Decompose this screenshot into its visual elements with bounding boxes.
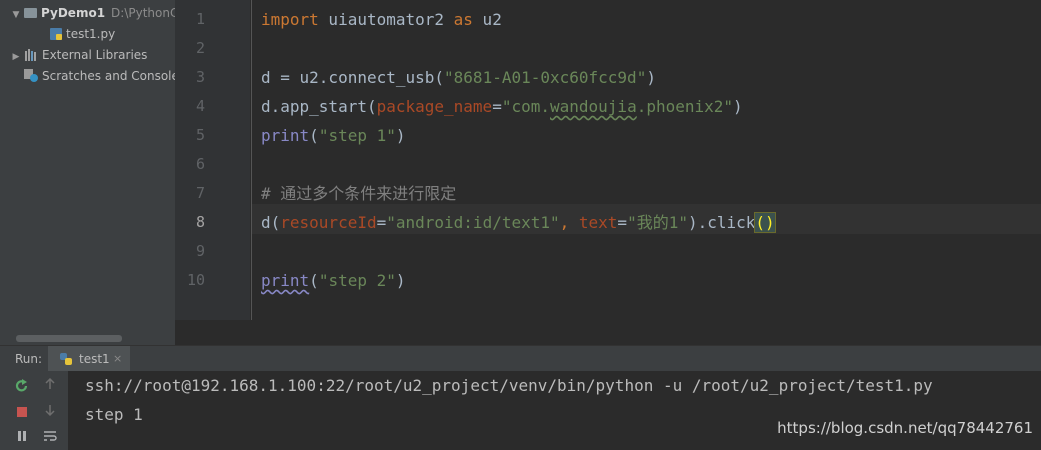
- run-tab-test1[interactable]: test1 ×: [48, 346, 130, 372]
- line-number-current: 8: [195, 213, 205, 231]
- run-toolbar: [0, 371, 68, 450]
- console-output[interactable]: ssh://root@192.168.1.100:22/root/u2_proj…: [68, 371, 1041, 450]
- project-path: D:\PythonC: [111, 6, 175, 20]
- line-number: 4: [195, 97, 205, 115]
- python-icon: [60, 353, 72, 365]
- matched-brackets: (): [754, 212, 776, 233]
- line-number: 9: [195, 242, 205, 260]
- code-line-7[interactable]: # 通过多个条件来进行限定: [261, 179, 456, 208]
- line-number: 7: [195, 184, 205, 202]
- scratches-icon: [24, 69, 38, 82]
- chevron-down-icon[interactable]: ▼: [10, 5, 22, 25]
- tree-root[interactable]: ▼ PyDemo1 D:\PythonC: [10, 3, 175, 23]
- editor-bottom-area: [175, 320, 1041, 345]
- soft-wrap-icon[interactable]: [42, 428, 58, 444]
- line-number: 6: [195, 155, 205, 173]
- code-line-3[interactable]: d = u2.connect_usb("8681-A01-0xc60fcc9d"…: [261, 63, 656, 92]
- rerun-icon[interactable]: [14, 378, 30, 394]
- chevron-right-icon[interactable]: ▶: [10, 47, 22, 67]
- code-line-5[interactable]: print("step 1"): [261, 121, 406, 150]
- up-arrow-icon[interactable]: [42, 376, 58, 392]
- close-icon[interactable]: ×: [113, 346, 122, 372]
- down-arrow-icon[interactable]: [42, 402, 58, 418]
- python-file-icon: [50, 27, 62, 40]
- line-number: 10: [186, 271, 205, 289]
- folder-icon: [24, 7, 37, 18]
- project-panel: ▼ PyDemo1 D:\PythonC test1.py ▶ External L…: [8, 0, 175, 345]
- tree-external-libraries[interactable]: ▶ External Libraries: [10, 45, 148, 67]
- line-number: 3: [195, 68, 205, 86]
- file-label: test1.py: [66, 27, 116, 41]
- scratches-label: Scratches and Consoles: [42, 69, 175, 83]
- line-number: 2: [195, 39, 205, 57]
- line-number: 1: [195, 10, 205, 28]
- code-line-8[interactable]: d(resourceId="android:id/text1", text="我…: [261, 208, 776, 237]
- library-icon: [25, 48, 36, 61]
- code-editor[interactable]: import uiautomator2 as u2 d = u2.connect…: [252, 0, 1041, 320]
- tree-scratches[interactable]: Scratches and Consoles: [22, 66, 175, 86]
- line-number-gutter: 1 2 3 4 5 6 7 8 9 10: [175, 0, 250, 320]
- code-line-1[interactable]: import uiautomator2 as u2: [261, 5, 502, 34]
- run-tab-label: test1: [79, 352, 110, 366]
- console-line: step 1: [85, 405, 143, 424]
- horizontal-scrollbar[interactable]: [16, 335, 122, 342]
- code-line-4[interactable]: d.app_start(package_name="com.wandoujia.…: [261, 92, 743, 121]
- run-toolwindow-header: Run: test1 ×: [0, 345, 1041, 372]
- console-line: ssh://root@192.168.1.100:22/root/u2_proj…: [85, 376, 933, 395]
- watermark: https://blog.csdn.net/qq78442761: [777, 419, 1033, 437]
- pause-icon[interactable]: [14, 428, 30, 444]
- line-number: 5: [195, 126, 205, 144]
- stop-icon[interactable]: [14, 404, 30, 420]
- run-label: Run:: [15, 352, 43, 366]
- project-name: PyDemo1: [41, 6, 106, 20]
- code-line-10[interactable]: print("step 2"): [261, 266, 406, 295]
- tree-file-test1[interactable]: test1.py: [50, 24, 115, 44]
- external-libraries-label: External Libraries: [42, 48, 148, 62]
